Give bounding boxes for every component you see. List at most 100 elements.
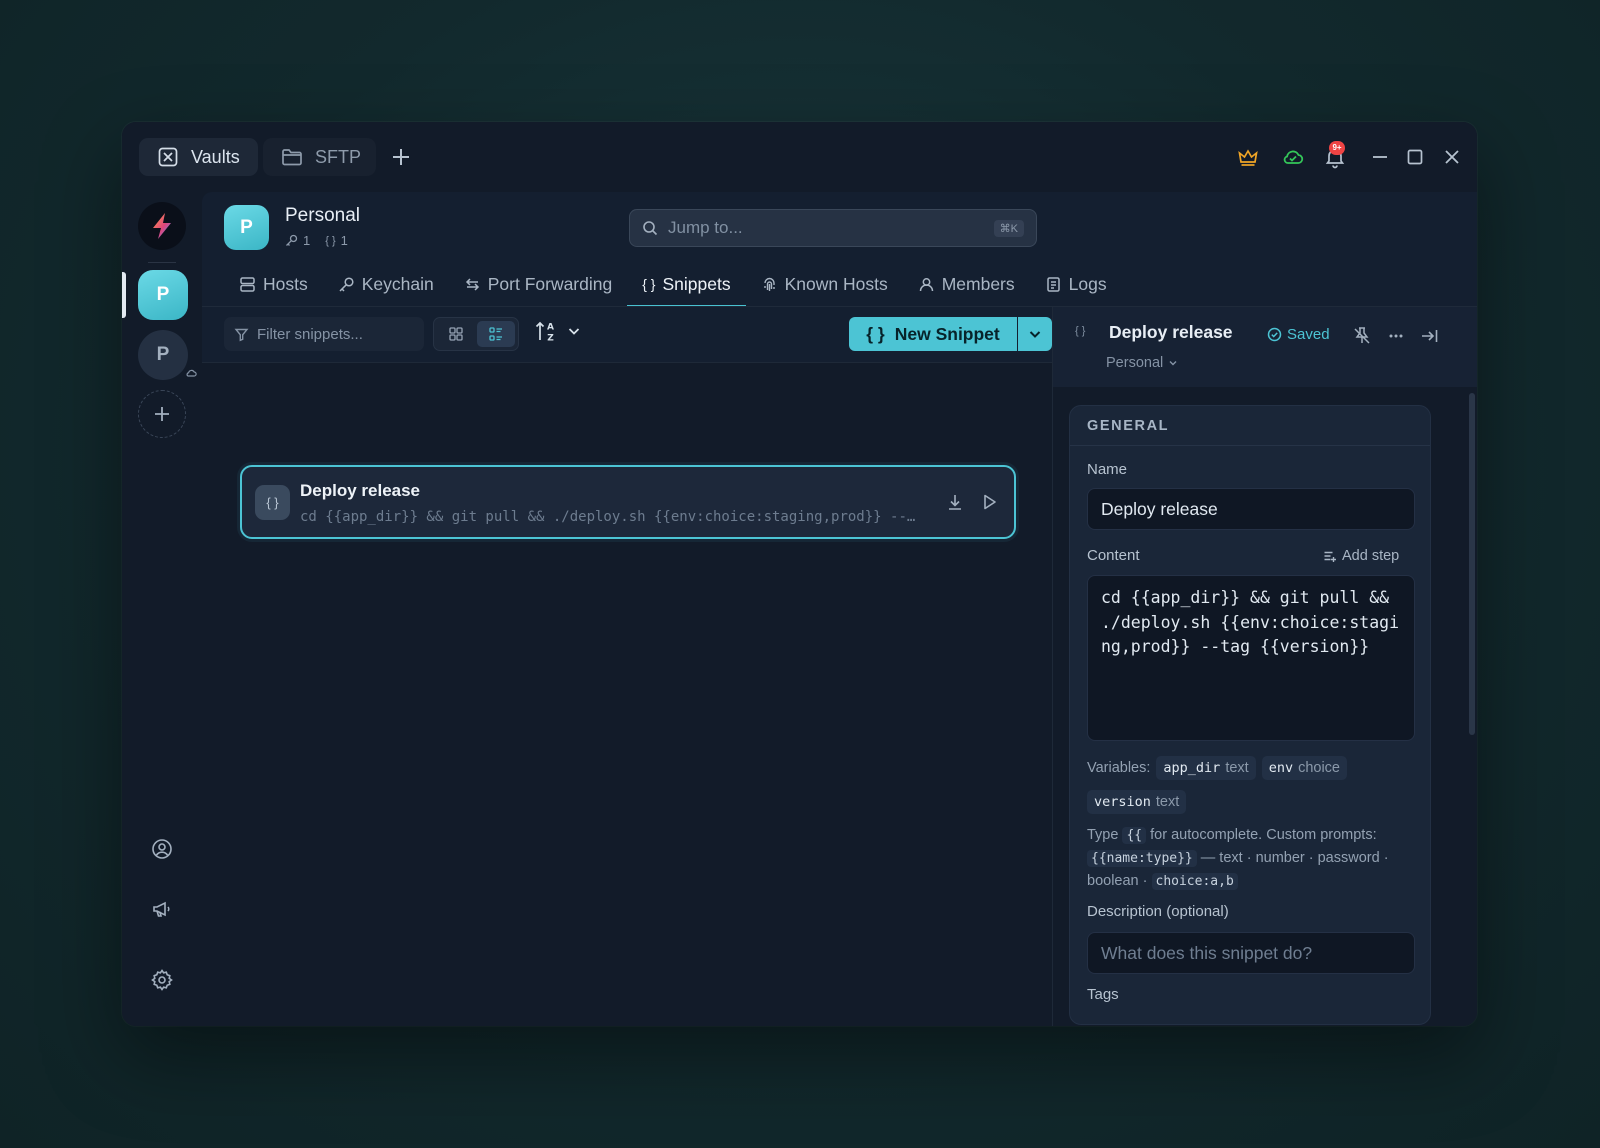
tab-label: Logs <box>1068 273 1107 294</box>
user-icon <box>918 276 935 293</box>
svg-text:Z: Z <box>547 334 554 344</box>
snippet-detail-panel: { } Deploy release Saved Personal GENERA… <box>1052 307 1477 1026</box>
panel-header: { } Deploy release Saved Personal <box>1053 307 1477 387</box>
tab-sftp[interactable]: SFTP <box>263 138 376 176</box>
add-vault-button[interactable] <box>138 390 186 438</box>
variable-name: version <box>1094 794 1151 810</box>
collapse-panel-icon[interactable] <box>1419 325 1441 347</box>
unpin-icon[interactable] <box>1351 325 1373 347</box>
tab-logs[interactable]: Logs <box>1030 262 1122 306</box>
variable-chip: version text <box>1087 790 1187 814</box>
key-icon <box>285 234 298 247</box>
fingerprint-icon <box>761 276 778 293</box>
content-textarea[interactable]: cd {{app_dir}} && git pull && ./deploy.s… <box>1087 575 1415 741</box>
variable-type: text <box>1155 794 1180 810</box>
filter-snippets-input[interactable]: Filter snippets... <box>224 317 424 351</box>
new-snippet-label: New Snippet <box>894 323 1000 344</box>
variables-help-text: Type {{ for autocomplete. Custom prompts… <box>1087 824 1417 893</box>
braces-icon: { } <box>866 323 885 344</box>
active-vault-indicator <box>122 272 126 318</box>
vault-stats: 1 { } 1 <box>285 233 348 248</box>
filter-placeholder: Filter snippets... <box>257 325 363 343</box>
snippet-list-area: Filter snippets... AZ { } New Snippet <box>202 307 1052 1026</box>
name-label: Name <box>1087 461 1128 478</box>
tab-label: Hosts <box>263 273 308 294</box>
list-icon <box>488 326 504 342</box>
vault-button-personal[interactable]: P <box>138 270 188 320</box>
list-view-button[interactable] <box>477 321 515 347</box>
shortcut-badge: ⌘K <box>993 219 1024 237</box>
tab-vaults[interactable]: Vaults <box>139 138 258 176</box>
braces-icon: { } <box>642 276 656 292</box>
megaphone-icon[interactable] <box>150 897 174 921</box>
sort-button[interactable]: AZ <box>534 319 582 343</box>
maximize-icon[interactable] <box>1402 144 1428 170</box>
account-icon[interactable] <box>150 837 174 861</box>
add-step-button[interactable]: Add step <box>1323 548 1399 564</box>
vault-selector[interactable]: Personal <box>1106 355 1178 371</box>
braces-icon: { } <box>255 485 290 520</box>
rail-divider <box>148 262 176 263</box>
view-mode-toggle <box>433 317 519 351</box>
cloud-sync-icon[interactable] <box>1280 144 1306 170</box>
vault-selector-label: Personal <box>1106 355 1164 371</box>
name-input[interactable]: Deploy release <box>1087 488 1415 530</box>
main-content: P Personal 1 { } 1 Jump to... ⌘K Hosts K… <box>202 192 1477 1026</box>
braces-icon: { } <box>325 234 336 247</box>
check-circle-icon <box>1267 327 1282 342</box>
variables-list: Variables: app_dirtext env choice version… <box>1087 756 1417 814</box>
chevron-down-icon <box>1168 358 1178 368</box>
help-text: for autocomplete. Custom prompts: <box>1150 827 1377 843</box>
download-icon[interactable] <box>944 491 966 513</box>
vault-avatar: P <box>224 205 269 250</box>
jump-to-search[interactable]: Jump to... ⌘K <box>629 209 1037 247</box>
new-snippet-button[interactable]: { } New Snippet <box>849 317 1017 351</box>
minimize-icon[interactable] <box>1367 144 1393 170</box>
content-label: Content <box>1087 547 1140 564</box>
app-window: Vaults SFTP 9+ P P P Personal 1 {} 1 Ju… <box>122 122 1477 1026</box>
vault-name: Personal <box>285 205 360 226</box>
tab-label: Snippets <box>662 273 731 294</box>
panel-scrollbar[interactable] <box>1469 393 1475 735</box>
help-code: choice:a,b <box>1151 873 1238 890</box>
add-tab-button[interactable] <box>388 144 414 170</box>
title-bar: Vaults SFTP 9+ <box>122 122 1477 192</box>
app-logo[interactable] <box>138 202 186 250</box>
crown-icon[interactable] <box>1235 144 1261 170</box>
snippet-count: 1 <box>340 233 348 248</box>
run-play-icon[interactable] <box>978 491 1000 513</box>
tab-label: Port Forwarding <box>487 273 613 294</box>
snippet-card[interactable]: { } Deploy release cd {{app_dir}} && git… <box>240 465 1016 539</box>
key-count: 1 <box>303 233 311 248</box>
tab-label: Vaults <box>191 146 240 167</box>
chevron-down-icon <box>1027 326 1043 342</box>
key-icon <box>338 276 355 293</box>
tab-port-forwarding[interactable]: Port Forwarding <box>449 262 628 306</box>
snippet-title: Deploy release <box>300 481 421 500</box>
sort-az-icon: AZ <box>534 319 560 343</box>
help-code: {{name:type}} <box>1087 850 1197 867</box>
variable-type: choice <box>1298 760 1340 776</box>
scroll-icon <box>1045 276 1062 293</box>
grid-view-button[interactable] <box>437 321 475 347</box>
vault-button-other[interactable]: P <box>138 330 188 380</box>
tab-keychain[interactable]: Keychain <box>323 262 449 306</box>
new-snippet-dropdown[interactable] <box>1018 317 1052 351</box>
tab-snippets[interactable]: { } Snippets <box>627 262 746 307</box>
help-text: Type <box>1087 827 1119 843</box>
folder-icon <box>281 147 303 167</box>
tab-members[interactable]: Members <box>903 262 1030 306</box>
description-input[interactable]: What does this snippet do? <box>1087 932 1415 974</box>
chevron-down-icon <box>566 323 582 339</box>
close-icon[interactable] <box>1439 144 1465 170</box>
cloud-icon <box>185 368 197 378</box>
tab-known-hosts[interactable]: Known Hosts <box>746 262 903 306</box>
variable-chip: env choice <box>1261 756 1347 780</box>
more-options-icon[interactable] <box>1385 325 1407 347</box>
settings-gear-icon[interactable] <box>150 968 174 992</box>
variables-label: Variables: <box>1087 760 1151 776</box>
variable-name: app_dir <box>1163 760 1221 776</box>
variable-name: env <box>1268 760 1294 776</box>
saved-label: Saved <box>1287 326 1330 343</box>
tab-hosts[interactable]: Hosts <box>224 262 323 306</box>
